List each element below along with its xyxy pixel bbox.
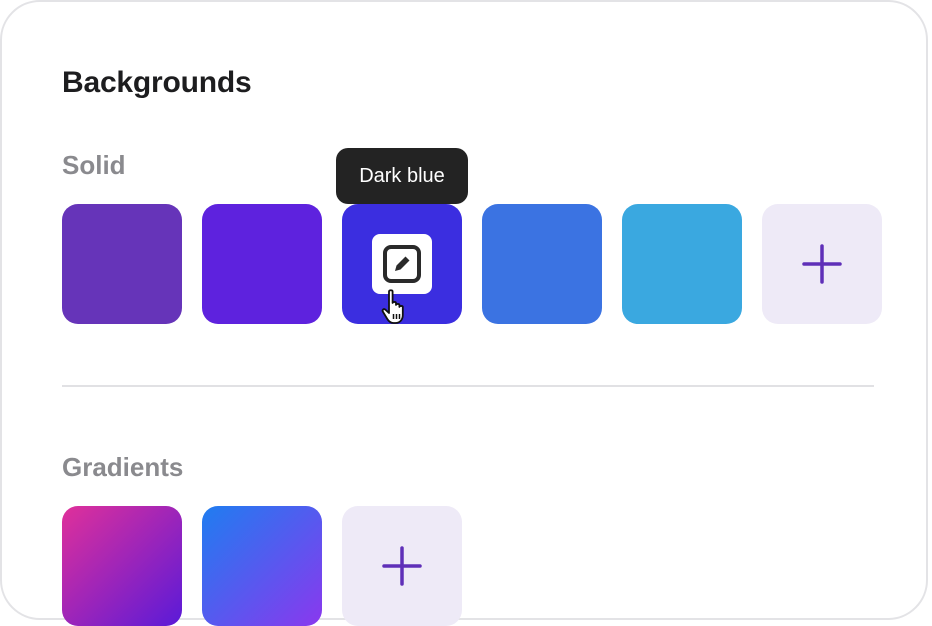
panel-title: Backgrounds xyxy=(62,66,252,99)
swatch-violet[interactable] xyxy=(62,204,182,324)
swatch-tooltip: Dark blue xyxy=(336,148,468,204)
plus-icon xyxy=(382,546,422,586)
backgrounds-panel: Backgrounds Solid Dark blue Gradients xyxy=(0,0,928,626)
solid-section-label: Solid xyxy=(62,150,126,180)
gradient-magenta-purple[interactable] xyxy=(62,506,182,626)
hand-pointer-cursor-icon xyxy=(381,289,404,324)
swatch-dark-blue[interactable] xyxy=(342,204,462,324)
edit-icon xyxy=(383,245,421,283)
plus-icon xyxy=(802,244,842,284)
add-solid-button[interactable] xyxy=(762,204,882,324)
gradient-swatch-row xyxy=(62,506,462,626)
section-divider xyxy=(62,385,874,387)
add-gradient-button[interactable] xyxy=(342,506,462,626)
swatch-blue[interactable] xyxy=(482,204,602,324)
edit-button[interactable] xyxy=(372,234,432,294)
swatch-purple[interactable] xyxy=(202,204,322,324)
solid-swatch-row xyxy=(62,204,882,324)
gradients-section-label: Gradients xyxy=(62,452,184,482)
swatch-sky[interactable] xyxy=(622,204,742,324)
gradient-blue-violet[interactable] xyxy=(202,506,322,626)
